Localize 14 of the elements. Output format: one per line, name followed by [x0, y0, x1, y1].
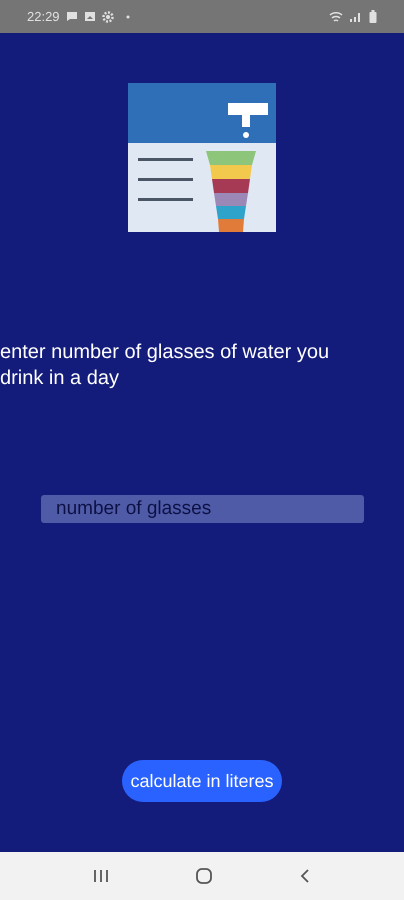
prompt-text: enter number of glasses of water you drink in a day	[0, 340, 330, 391]
dot-icon	[126, 14, 130, 18]
message-icon	[66, 11, 78, 22]
clock: 22:29	[27, 8, 60, 26]
image-icon	[84, 11, 96, 22]
recent-apps-icon[interactable]	[93, 869, 109, 883]
back-icon[interactable]	[299, 868, 311, 884]
home-icon[interactable]	[195, 867, 213, 885]
calculate-button[interactable]: calculate in literes	[122, 760, 282, 802]
glasses-input-field[interactable]: number of glasses	[41, 495, 364, 523]
wifi-icon	[329, 10, 343, 22]
settings-icon	[102, 10, 114, 22]
signal-icon	[349, 10, 363, 22]
battery-icon	[369, 10, 377, 23]
